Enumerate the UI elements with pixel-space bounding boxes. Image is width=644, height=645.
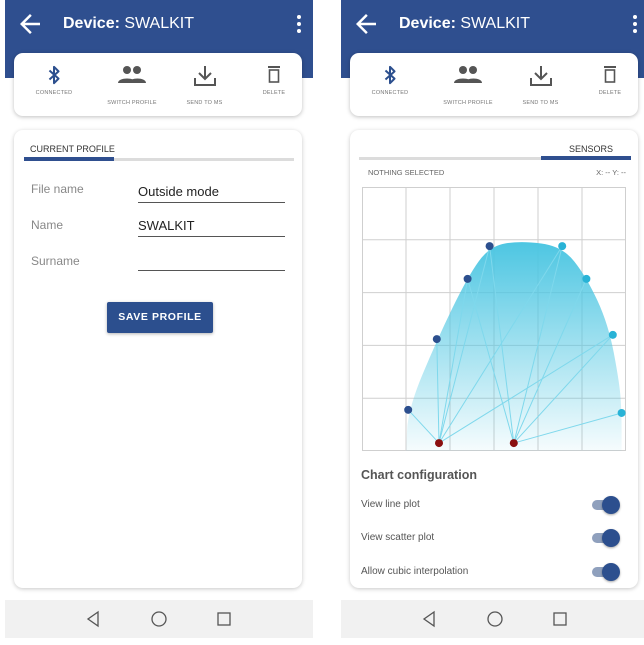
chart-point: [404, 405, 413, 414]
connected-button[interactable]: CONNECTED: [24, 53, 84, 116]
people-icon: [454, 66, 482, 83]
send-button[interactable]: SEND TO MS: [177, 53, 232, 116]
device-toolbar: CONNECTED SWITCH PROFILE SEND TO MS DELE…: [350, 53, 638, 116]
page-title: Device: SWALKIT: [399, 15, 530, 33]
chart-config-title: Chart configuration: [361, 468, 477, 482]
circle-home-icon[interactable]: [149, 609, 169, 629]
delete-label: DELETE: [262, 90, 286, 96]
more-vertical-icon[interactable]: [627, 13, 643, 37]
title-prefix: Device:: [399, 15, 456, 32]
switch-profile-button[interactable]: SWITCH PROFILE: [438, 53, 498, 116]
download-icon: [529, 66, 552, 86]
triangle-back-icon[interactable]: [83, 609, 103, 629]
delete-label: DELETE: [598, 90, 622, 96]
circle-home-icon[interactable]: [485, 609, 505, 629]
send-label: SEND TO MS: [522, 100, 559, 106]
chart-point: [608, 330, 617, 339]
title-prefix: Device:: [63, 15, 120, 32]
bluetooth-icon: [384, 65, 396, 85]
connected-label: CONNECTED: [371, 90, 409, 96]
delete-button[interactable]: DELETE: [590, 53, 630, 116]
chart-point: [485, 242, 494, 251]
connected-label: CONNECTED: [35, 90, 73, 96]
tab-indicator-active: [24, 157, 114, 161]
device-toolbar: CONNECTED SWITCH PROFILE SEND TO MS DELE…: [14, 53, 302, 116]
selection-status: NOTHING SELECTED: [368, 168, 445, 177]
arrow-left-icon[interactable]: [15, 9, 45, 39]
more-vertical-icon[interactable]: [291, 13, 307, 37]
send-button[interactable]: SEND TO MS: [513, 53, 568, 116]
system-nav-bar: [341, 600, 644, 638]
switch-profile-label: SWITCH PROFILE: [107, 100, 157, 106]
switch-profile-label: SWITCH PROFILE: [443, 100, 493, 106]
scatter-plot-toggle[interactable]: [592, 529, 620, 547]
square-recents-icon[interactable]: [214, 609, 234, 629]
config-line-plot-label: View line plot: [361, 499, 420, 510]
delete-button[interactable]: DELETE: [254, 53, 294, 116]
chart-point: [558, 242, 567, 251]
cubic-interpolation-toggle[interactable]: [592, 563, 620, 581]
surname-field[interactable]: [138, 251, 285, 271]
save-profile-button[interactable]: SAVE PROFILE: [107, 302, 213, 333]
chart-point: [509, 439, 518, 448]
line-plot-toggle[interactable]: [592, 496, 620, 514]
connected-button[interactable]: CONNECTED: [360, 53, 420, 116]
page-title: Device: SWALKIT: [63, 15, 194, 33]
sensors-screen: Device: SWALKIT CONNECTED SWITCH PROFILE…: [341, 0, 644, 645]
download-icon: [193, 66, 216, 86]
tab-current-profile[interactable]: CURRENT PROFILE: [30, 144, 115, 154]
switch-profile-button[interactable]: SWITCH PROFILE: [102, 53, 162, 116]
name-label: Name: [31, 218, 64, 232]
config-cubic-interpolation-label: Allow cubic interpolation: [361, 566, 469, 577]
triangle-back-icon[interactable]: [419, 609, 439, 629]
bluetooth-icon: [48, 65, 60, 85]
name-field[interactable]: SWALKIT: [138, 217, 285, 237]
trash-icon: [268, 66, 280, 83]
sensor-chart[interactable]: [362, 187, 626, 451]
profile-card: CURRENT PROFILE File name Outside mode N…: [14, 130, 302, 588]
device-name: SWALKIT: [124, 15, 195, 32]
chart-point: [617, 408, 626, 417]
config-scatter-plot-label: View scatter plot: [361, 532, 435, 543]
chart-point: [435, 439, 443, 448]
file-name-label: File name: [31, 182, 84, 196]
trash-icon: [604, 66, 616, 83]
system-nav-bar: [5, 600, 313, 638]
tab-sensors[interactable]: SENSORS: [569, 144, 613, 154]
people-icon: [118, 66, 146, 83]
surname-label: Surname: [31, 254, 80, 268]
coordinate-readout: X: -- Y: --: [596, 168, 626, 177]
square-recents-icon[interactable]: [550, 609, 570, 629]
chart-point: [432, 335, 441, 344]
tab-indicator-active: [541, 156, 631, 160]
send-label: SEND TO MS: [186, 100, 223, 106]
file-name-field[interactable]: Outside mode: [138, 183, 285, 203]
device-name: SWALKIT: [460, 15, 531, 32]
profile-screen: Device: SWALKIT CONNECTED SWITCH PROFILE…: [5, 0, 313, 645]
chart-point: [463, 274, 472, 283]
sensors-card: SENSORS NOTHING SELECTED X: -- Y: -- Cha…: [350, 130, 638, 588]
arrow-left-icon[interactable]: [351, 9, 381, 39]
chart-point: [582, 274, 591, 283]
